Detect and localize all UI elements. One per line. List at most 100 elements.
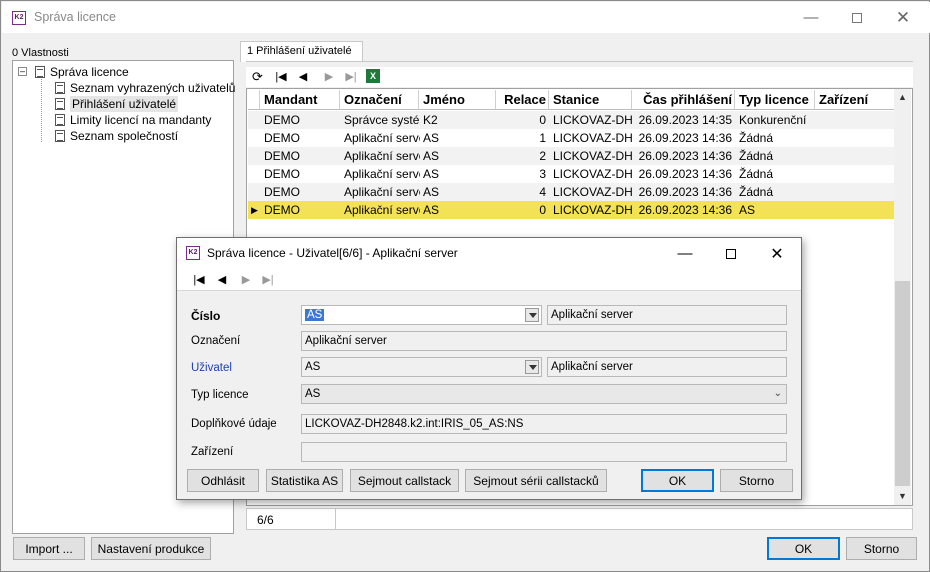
table-row[interactable]: ▶DEMOAplikační serverAS0LICKOVAZ-DH2826.… xyxy=(248,201,896,219)
table-cell: DEMO xyxy=(264,113,300,127)
table-cell: Žádná xyxy=(739,131,774,145)
tree-item-limity[interactable]: Limity licencí na mandanty xyxy=(55,112,211,128)
table-cell: AS xyxy=(423,131,440,145)
table-cell: 26.09.2023 14:36 xyxy=(638,167,732,181)
sejmout-serii-button[interactable]: Sejmout sérii callstacků xyxy=(465,469,607,492)
dialog-divider xyxy=(177,290,801,291)
scroll-up-icon[interactable]: ▲ xyxy=(894,89,911,106)
table-row[interactable]: DEMO Aplikační serverAS 3 LICKOVAZ-DH28 26.0… xyxy=(248,165,896,183)
tree-item-spolecnosti[interactable]: Seznam společností xyxy=(55,128,178,144)
status-divider xyxy=(335,509,336,529)
window-title: Správa licence xyxy=(34,10,116,24)
table-cell xyxy=(816,111,897,129)
col-jmeno[interactable]: Jméno xyxy=(419,90,496,110)
table-cell: Aplikační server xyxy=(344,185,420,199)
col-stanice[interactable]: Stanice xyxy=(549,90,632,110)
storno-button[interactable]: Storno xyxy=(846,537,917,560)
dialog-ok-button[interactable]: OK xyxy=(641,469,714,492)
dialog-maximize-icon[interactable] xyxy=(708,238,754,269)
tree-item-vyhrazeni[interactable]: Seznam vyhrazených uživatelů xyxy=(55,80,235,96)
col-zarizeni[interactable]: Zařízení xyxy=(815,90,896,110)
table-row[interactable]: DEMO Aplikační serverAS 2 LICKOVAZ-DH28 26.0… xyxy=(248,147,896,165)
close-icon[interactable]: ✕ xyxy=(880,2,926,33)
prev-record-icon[interactable]: ◀ xyxy=(296,70,310,83)
table-row[interactable]: DEMO Správce systémK2 0 LICKOVAZ-DH28 26.09.… xyxy=(248,111,896,129)
table-cell: 26.09.2023 14:36 xyxy=(638,131,732,145)
doplnkove-field[interactable]: LICKOVAZ-DH2848.k2.int:IRIS_05_AS:NS xyxy=(301,414,787,434)
table-cell: Žádná xyxy=(739,167,774,181)
import-button[interactable]: Import ... xyxy=(13,537,85,560)
maximize-icon[interactable] xyxy=(834,2,880,33)
tree-item-label: Seznam společností xyxy=(70,129,179,143)
scroll-down-icon[interactable]: ▼ xyxy=(894,488,911,505)
table-cell: DEMO xyxy=(264,167,300,181)
uzivatel-value: AS xyxy=(305,361,321,373)
chevron-down-icon[interactable] xyxy=(525,360,539,374)
typ-licence-label: Typ licence xyxy=(191,389,249,401)
tree-item-prihlaseni[interactable]: Přihlášení uživatelé xyxy=(55,96,179,112)
next-record-icon[interactable]: ▶ xyxy=(322,70,336,83)
table-cell: LICKOVAZ-DH28 xyxy=(553,149,633,163)
minimize-icon[interactable]: — xyxy=(788,2,834,33)
k2-app-icon: K2 xyxy=(186,246,200,260)
document-icon xyxy=(55,98,65,110)
dialog-title-bar: K2 Správa licence - Uživatel[6/6] - Apli… xyxy=(177,238,801,268)
uzivatel-description: Aplikační server xyxy=(547,357,787,377)
next-record-icon[interactable]: ▶ xyxy=(239,273,253,286)
refresh-icon[interactable]: ⟳ xyxy=(252,69,263,85)
zarizeni-field[interactable] xyxy=(301,442,787,462)
prev-record-icon[interactable]: ◀ xyxy=(215,273,229,286)
collapse-icon[interactable]: – xyxy=(18,67,27,76)
grid-vscroll[interactable]: ▲ ▼ xyxy=(894,89,911,505)
table-cell: 26.09.2023 14:36 xyxy=(638,149,732,163)
last-record-icon[interactable]: ▶| xyxy=(344,70,358,83)
tab-divider xyxy=(246,61,913,62)
col-relace[interactable]: Relace xyxy=(496,90,549,110)
scroll-thumb[interactable] xyxy=(895,281,910,486)
zarizeni-label: Zařízení xyxy=(191,446,234,458)
table-row[interactable]: DEMO Aplikační serverAS 1 LICKOVAZ-DH28 26.0… xyxy=(248,129,896,147)
oznaceni-label: Označení xyxy=(191,335,241,347)
table-cell: K2 xyxy=(423,113,438,127)
excel-export-icon[interactable]: X xyxy=(366,69,380,83)
cislo-dropdown[interactable]: AS xyxy=(301,305,542,325)
dialog-storno-button[interactable]: Storno xyxy=(720,469,793,492)
oznaceni-field[interactable]: Aplikační server xyxy=(301,331,787,351)
k2-app-icon: K2 xyxy=(12,11,26,25)
tab-prihlaseni[interactable]: 1 Přihlášení uživatelé xyxy=(240,41,363,62)
dialog-minimize-icon[interactable]: — xyxy=(662,238,708,269)
col-typ[interactable]: Typ licence xyxy=(735,90,815,110)
odhlasit-button[interactable]: Odhlásit xyxy=(187,469,259,492)
typ-licence-select[interactable]: AS ⌄ xyxy=(301,384,787,404)
statistika-as-button[interactable]: Statistika AS xyxy=(266,469,343,492)
table-cell: 26.09.2023 14:36 xyxy=(638,185,732,199)
chevron-down-icon[interactable] xyxy=(525,308,539,322)
table-cell: 0 xyxy=(539,203,546,217)
dialog-close-icon[interactable]: ✕ xyxy=(754,238,800,269)
document-icon xyxy=(55,82,65,94)
table-cell xyxy=(816,147,897,165)
table-cell: AS xyxy=(423,185,440,199)
table-cell xyxy=(816,165,897,183)
chevron-down-icon[interactable]: ⌄ xyxy=(774,385,782,403)
first-record-icon[interactable]: |◀ xyxy=(192,273,206,286)
tree-root[interactable]: Správa licence xyxy=(35,64,129,80)
table-cell: Žádná xyxy=(739,185,774,199)
uzivatel-dropdown[interactable]: AS xyxy=(301,357,542,377)
first-record-icon[interactable]: |◀ xyxy=(274,70,288,83)
sejmout-callstack-button[interactable]: Sejmout callstack xyxy=(350,469,459,492)
last-record-icon[interactable]: ▶| xyxy=(261,273,275,286)
table-row[interactable]: DEMO Aplikační serverAS 4 LICKOVAZ-DH28 26.0… xyxy=(248,183,896,201)
tab-vlastnosti[interactable]: 0 Vlastnosti xyxy=(12,45,69,61)
table-cell: DEMO xyxy=(264,131,300,145)
col-oznaceni[interactable]: Označení xyxy=(340,90,419,110)
nastaveni-produkce-button[interactable]: Nastavení produkce xyxy=(91,537,211,560)
col-mandant[interactable]: Mandant xyxy=(260,90,340,110)
ok-button[interactable]: OK xyxy=(767,537,840,560)
row-header-corner xyxy=(248,90,260,110)
uzivatel-label[interactable]: Uživatel xyxy=(191,359,232,377)
tab-vlastnosti-label: 0 Vlastnosti xyxy=(12,47,69,59)
col-cas[interactable]: Čas přihlášení xyxy=(632,90,735,110)
cislo-label: Číslo xyxy=(191,309,221,323)
table-cell: LICKOVAZ-DH28 xyxy=(553,203,633,217)
